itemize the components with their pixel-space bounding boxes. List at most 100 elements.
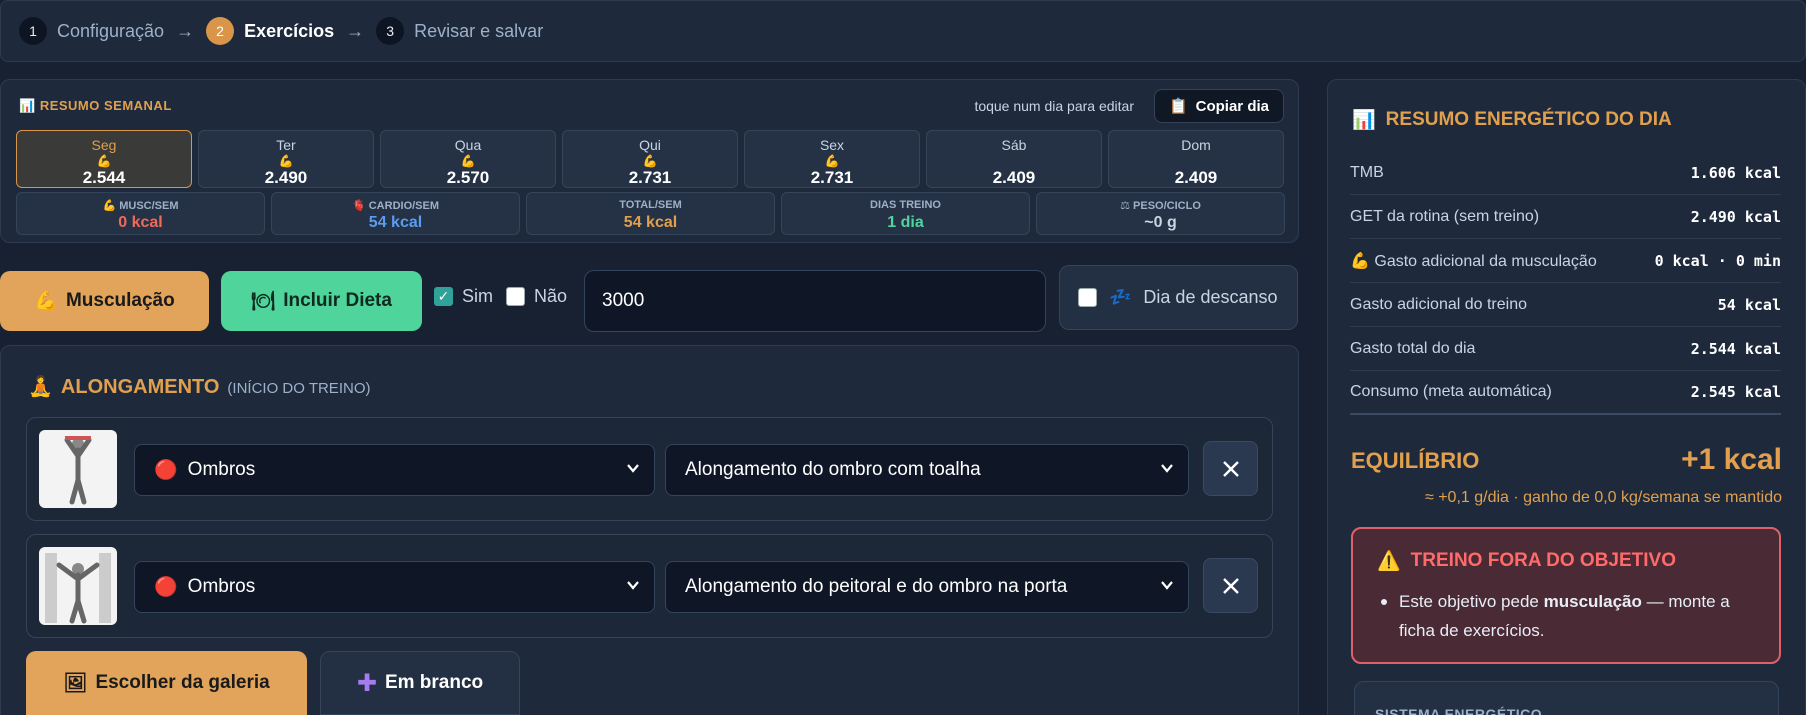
day-sex[interactable]: Sex 💪 2.731 <box>744 130 920 188</box>
energy-row-musculacao: 💪 Gasto adicional da musculação 0 kcal ·… <box>1350 239 1781 283</box>
day-kcal: 2.570 <box>446 168 490 187</box>
bicep-icon: 💪 <box>96 154 112 168</box>
image-icon: 🖼 <box>63 673 88 694</box>
energy-value: 0 kcal · 0 min <box>1654 251 1781 270</box>
day-name: Dom <box>1181 137 1211 153</box>
step-configuracao[interactable]: 1 Configuração <box>19 17 164 45</box>
edit-hint: toque num dia para editar <box>974 98 1134 114</box>
day-kcal: 2.544 <box>82 168 126 187</box>
stat-value: 54 kcal <box>368 214 423 231</box>
energy-summary-title: 📊 RESUMO ENERGÉTICO DO DIA <box>1352 108 1672 132</box>
remove-exercise-button[interactable] <box>1203 558 1258 613</box>
day-seg[interactable]: Seg 💪 2.544 <box>16 130 192 188</box>
day-qui[interactable]: Qui 💪 2.731 <box>562 130 738 188</box>
bicep-icon: 💪 <box>278 154 294 168</box>
muscle-group-value: Ombros <box>187 576 256 597</box>
day-qua[interactable]: Qua 💪 2.570 <box>380 130 556 188</box>
exercise-select[interactable]: Alongamento do peitoral e do ombro na po… <box>665 561 1189 613</box>
blank-exercise-label: Em branco <box>384 672 484 693</box>
no-checkbox[interactable] <box>506 287 525 306</box>
copy-day-button[interactable]: 📋 Copiar dia <box>1153 89 1284 123</box>
no-label: Não <box>534 286 568 306</box>
exercise-row: 🔴 Ombros Alongamento do ombro com toalha <box>26 417 1273 521</box>
step-label: Configuração <box>57 20 165 41</box>
exercise-row: 🔴 Ombros Alongamento do peitoral e do om… <box>26 534 1273 638</box>
diet-yes-option[interactable]: ✓ Sim <box>434 286 493 307</box>
calories-input[interactable]: 3000 <box>584 270 1046 332</box>
day-kcal: 2.731 <box>810 168 854 187</box>
rest-day-checkbox[interactable] <box>1078 288 1097 307</box>
day-sab[interactable]: Sáb 2.409 <box>926 130 1102 188</box>
step-arrow: → <box>176 20 195 41</box>
clipboard-icon: 📋 <box>1168 98 1188 115</box>
warning-icon: ⚠️ <box>1377 551 1401 572</box>
day-list: Seg 💪 2.544 Ter 💪 2.490 Qua 💪 2.570 Qui … <box>16 130 1284 188</box>
plate-icon: 🍽 <box>251 291 276 312</box>
energy-row-treino: Gasto adicional do treino 54 kcal <box>1350 283 1781 327</box>
energy-system-title: SISTEMA ENERGÉTICO <box>1375 706 1543 715</box>
energy-row-get: GET da rotina (sem treino) 2.490 kcal <box>1350 195 1781 239</box>
step-revisar[interactable]: 3 Revisar e salvar <box>376 17 543 45</box>
remove-exercise-button[interactable] <box>1203 441 1258 496</box>
stat-label: CARDIO/SEM <box>368 200 440 212</box>
include-diet-button[interactable]: 🍽 Incluir Dieta <box>221 271 422 331</box>
day-kcal: 2.409 <box>1174 168 1218 187</box>
bicep-icon: 💪 <box>34 291 58 312</box>
warning-text-bold: musculação <box>1543 592 1642 611</box>
warning-text: Este objetivo pede musculação — monte a … <box>1399 587 1769 645</box>
energy-row-tmb: TMB 1.606 kcal <box>1350 151 1781 195</box>
blank-exercise-button[interactable]: ✚ Em branco <box>320 651 520 715</box>
stat-value: 54 kcal <box>623 214 678 231</box>
stretching-subtitle: (INÍCIO DO TREINO) <box>227 380 371 397</box>
exercise-value: Alongamento do peitoral e do ombro na po… <box>685 576 1068 597</box>
balance-label: EQUILÍBRIO <box>1351 448 1480 473</box>
rest-day-label: Dia de descanso <box>1143 287 1278 307</box>
weekly-summary-title: 📊 RESUMO SEMANAL <box>19 98 172 114</box>
copy-day-label: Copiar dia <box>1195 97 1269 115</box>
choose-gallery-button[interactable]: 🖼 Escolher da galeria <box>26 651 307 715</box>
muscle-group-select[interactable]: 🔴 Ombros <box>134 444 655 496</box>
energy-row-consumo: Consumo (meta automática) 2.545 kcal <box>1350 371 1781 415</box>
day-name: Qua <box>454 137 482 153</box>
energy-value: 2.545 kcal <box>1690 383 1781 401</box>
stat-total: TOTAL/SEM 54 kcal <box>526 192 775 235</box>
step-label: Exercícios <box>244 20 335 41</box>
chevron-down-icon <box>1161 464 1173 473</box>
musculacao-button[interactable]: 💪 Musculação <box>0 271 209 331</box>
scale-icon: ⚖ <box>1120 200 1134 212</box>
exercise-thumbnail <box>39 547 117 625</box>
rest-day-option[interactable]: 💤 Dia de descanso <box>1059 265 1298 330</box>
diet-no-option[interactable]: Não <box>506 286 567 307</box>
stat-value: ~0 g <box>1144 214 1177 231</box>
bullet-icon <box>1381 599 1387 605</box>
chevron-down-icon <box>627 464 639 473</box>
exercise-select[interactable]: Alongamento do ombro com toalha <box>665 444 1189 496</box>
energy-value: 54 kcal <box>1717 295 1781 314</box>
bicep-icon: 💪 <box>824 154 840 168</box>
bicep-icon: 💪 <box>1350 252 1375 270</box>
day-ter[interactable]: Ter 💪 2.490 <box>198 130 374 188</box>
yes-label: Sim <box>462 286 493 306</box>
day-kcal: 2.490 <box>264 168 308 187</box>
stepper: 1 Configuração → 2 Exercícios → 3 Revisa… <box>0 0 1806 62</box>
chevron-down-icon <box>1161 581 1173 590</box>
heart-icon: 🫀 <box>351 200 369 212</box>
energy-row-total: Gasto total do dia 2.544 kcal <box>1350 327 1781 371</box>
day-dom[interactable]: Dom 2.409 <box>1108 130 1284 188</box>
step-arrow: → <box>346 20 365 41</box>
energy-label: Consumo (meta automática) <box>1350 383 1552 400</box>
bicep-icon: 💪 <box>460 154 476 168</box>
day-name: Sáb <box>1001 137 1027 153</box>
exercise-value: Alongamento do ombro com toalha <box>685 459 981 480</box>
energy-label: Gasto adicional da musculação <box>1374 252 1597 270</box>
step-exercicios[interactable]: 2 Exercícios <box>206 17 334 45</box>
yes-checkbox[interactable]: ✓ <box>434 287 453 306</box>
muscle-group-select[interactable]: 🔴 Ombros <box>134 561 655 613</box>
chart-icon: 📊 <box>19 98 36 113</box>
balance-value: +1 kcal <box>1681 443 1782 476</box>
energy-value: 2.544 kcal <box>1690 339 1781 358</box>
stat-cardio: 🫀 CARDIO/SEM 54 kcal <box>271 192 520 235</box>
stat-training-days: DIAS TREINO 1 dia <box>781 192 1030 235</box>
chart-icon: 📊 <box>1352 110 1376 131</box>
stat-label: DIAS TREINO <box>870 199 941 211</box>
